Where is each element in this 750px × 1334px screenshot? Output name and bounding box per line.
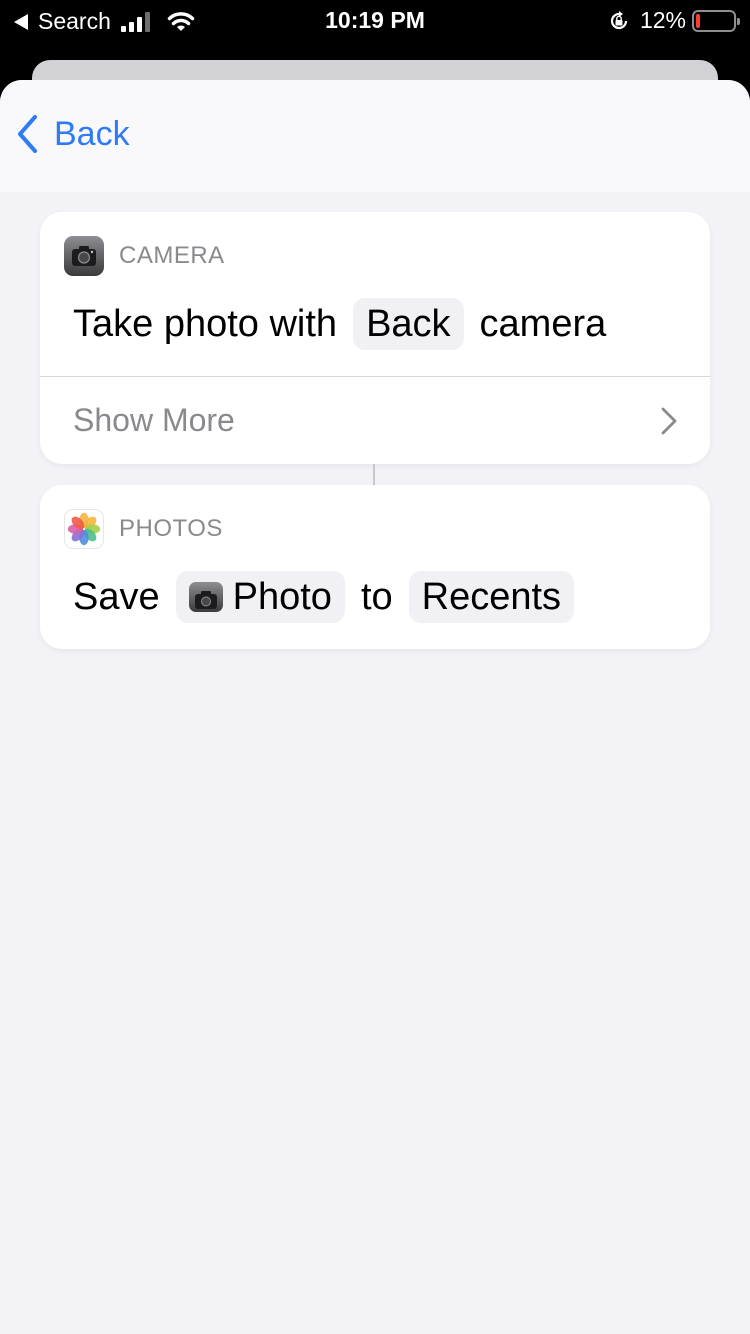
- camera-app-icon: [64, 236, 104, 276]
- album-token[interactable]: Recents: [408, 571, 575, 623]
- rotation-lock-icon: [610, 10, 628, 29]
- camera-position-token[interactable]: Back: [353, 298, 464, 350]
- action-card-take-photo[interactable]: CAMERA Take photo with Back camera Show …: [40, 212, 710, 464]
- action-app-header: CAMERA: [64, 236, 225, 276]
- action-app-name: CAMERA: [119, 242, 225, 269]
- action-text: to: [360, 575, 393, 618]
- battery-percent: 12%: [639, 7, 686, 33]
- action-connector-line: [373, 464, 375, 485]
- action-summary: Save Photo to Recents: [73, 571, 590, 623]
- action-text: camera: [479, 302, 607, 345]
- shortcut-sheet: Back CAMERA Take photo with Back camera …: [0, 80, 750, 1334]
- action-app-name: PHOTOS: [119, 515, 223, 542]
- photo-variable-label: Photo: [232, 575, 332, 618]
- action-app-header: PHOTOS: [64, 509, 223, 549]
- camera-icon: [188, 582, 223, 612]
- back-button-label: Back: [54, 114, 130, 153]
- back-button[interactable]: Back: [16, 114, 130, 154]
- show-more-label: Show More: [73, 402, 235, 438]
- action-summary: Take photo with Back camera: [73, 298, 622, 350]
- show-more-button[interactable]: Show More: [40, 377, 710, 464]
- navigation-bar: Back: [0, 80, 750, 192]
- battery-level: [696, 13, 700, 28]
- battery-icon: [692, 9, 740, 32]
- photo-variable-token[interactable]: Photo: [175, 571, 345, 623]
- action-card-save-photo[interactable]: PHOTOS Save Photo to Recents: [40, 485, 710, 649]
- action-text: Save: [73, 575, 160, 618]
- status-bar: Search 10:19 PM 12%: [0, 0, 750, 44]
- chevron-left-icon: [18, 115, 37, 153]
- action-text: Take photo with: [73, 302, 338, 345]
- chevron-right-icon: [661, 407, 677, 434]
- photos-app-icon: [64, 509, 104, 549]
